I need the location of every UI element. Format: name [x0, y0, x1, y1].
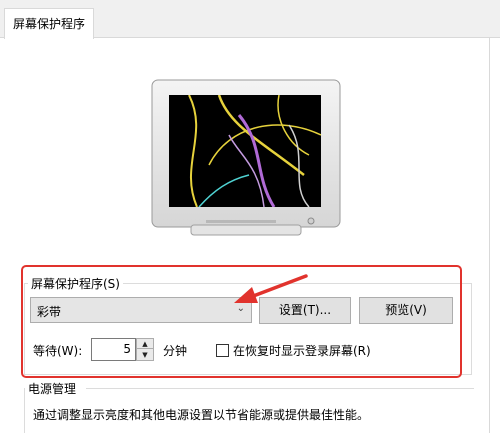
tab-screensaver[interactable]: 屏幕保护程序 [4, 8, 95, 39]
dialog-edge [489, 38, 490, 433]
power-group-border-top [86, 388, 474, 389]
power-description: 通过调整显示亮度和其他电源设置以节省能源或提供最佳性能。 [33, 408, 370, 422]
tab-strip: 屏幕保护程序 [0, 0, 500, 39]
screensaver-preview-screen [169, 95, 321, 207]
power-group-title: 电源管理 [28, 380, 81, 397]
ribbons-graphic [188, 95, 321, 207]
monitor-preview [151, 79, 341, 238]
power-group-border-left [24, 388, 25, 433]
annotation-highlight-box [21, 265, 462, 378]
